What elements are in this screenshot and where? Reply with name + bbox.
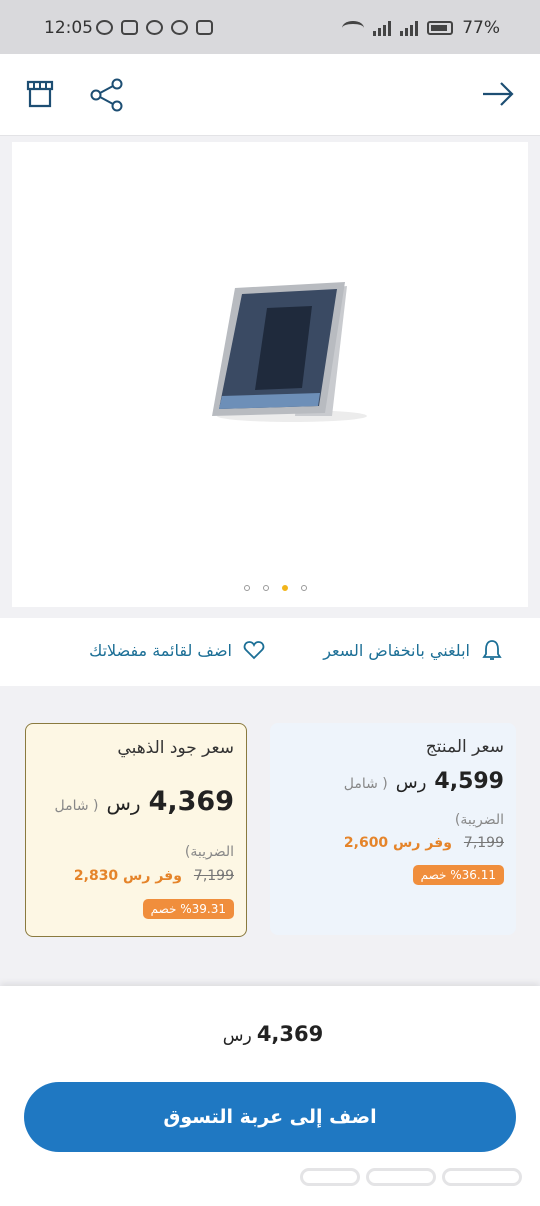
- product-price-title: سعر المنتج: [425, 737, 504, 757]
- broadcast-icon: [146, 20, 163, 35]
- signal-icon-2: [400, 20, 419, 36]
- tax-note-close: الضريبة): [454, 812, 504, 828]
- product-price-currency: رس: [395, 772, 427, 793]
- product-gallery[interactable]: [12, 142, 528, 607]
- product-price-row: 4,599 رس ( شامل: [344, 769, 504, 794]
- heart-icon: [243, 641, 265, 660]
- signal-icon: [373, 20, 392, 36]
- arrow-right-icon[interactable]: [481, 80, 515, 108]
- price-drop-label: ابلغني بانخفاض السعر: [323, 640, 470, 660]
- haraj-watermark-logo: [300, 1168, 540, 1192]
- battery-percent: 77%: [462, 18, 500, 38]
- notification-icons: [96, 20, 213, 35]
- wifi-icon: [342, 21, 365, 35]
- gold-price-title: سعر جود الذهبي: [117, 738, 234, 758]
- bottom-checkout-bar: 4,369 رس اضف إلى عربة التسوق: [0, 986, 540, 1206]
- old-price: 7,199: [193, 868, 234, 884]
- system-icons: 77%: [342, 18, 500, 38]
- chat-icon: [171, 20, 188, 35]
- save-amount: وفر رس 2,830: [73, 868, 182, 884]
- product-price-card: سعر المنتج 4,599 رس ( شامل الضريبة) 7,19…: [270, 723, 516, 935]
- total-price-currency: رس: [222, 1026, 252, 1046]
- surface-tablet-image: [212, 282, 367, 422]
- battery-icon: [427, 21, 454, 35]
- bell-icon: [482, 640, 502, 660]
- share-icon[interactable]: [90, 78, 124, 112]
- top-bar: [0, 54, 540, 136]
- gallery-dots: [244, 585, 307, 591]
- discount-badge: %36.11 خصم: [412, 865, 504, 885]
- favorites-label: اضف لقائمة مفضلاتك: [89, 640, 232, 660]
- total-price-value: 4,369: [256, 1022, 324, 1046]
- tax-note: ( شامل: [54, 798, 99, 814]
- gallery-dot[interactable]: [263, 585, 269, 591]
- gallery-dot[interactable]: [301, 585, 307, 591]
- tax-note: ( شامل: [343, 776, 388, 792]
- eye-icon: [96, 20, 113, 35]
- tax-note-close: الضريبة): [184, 844, 234, 860]
- add-to-favorites[interactable]: اضف لقائمة مفضلاتك: [89, 638, 266, 662]
- gallery-dot-active[interactable]: [282, 585, 288, 591]
- gold-price-currency: رس: [106, 791, 141, 815]
- product-save-row: 7,199 وفر رس 2,600: [344, 835, 504, 851]
- gallery-dot[interactable]: [244, 585, 250, 591]
- gold-save-row: 7,199 وفر رس 2,830: [74, 868, 234, 884]
- gold-price-value: 4,369: [148, 786, 234, 817]
- discount-badge: %39.31 خصم: [142, 899, 234, 919]
- gold-price-row: 4,369 رس ( شامل: [55, 786, 235, 817]
- status-bar: 12:05 77%: [0, 0, 540, 54]
- product-actions: ابلغني بانخفاض السعر اضف لقائمة مفضلاتك: [0, 618, 540, 686]
- old-price: 7,199: [463, 835, 504, 851]
- price-drop-alert[interactable]: ابلغني بانخفاض السعر: [323, 638, 504, 662]
- status-time: 12:05: [44, 18, 93, 38]
- store-icon[interactable]: [25, 79, 55, 109]
- message-icon: [196, 20, 213, 35]
- product-price-value: 4,599: [434, 769, 504, 794]
- add-to-cart-button[interactable]: اضف إلى عربة التسوق: [24, 1082, 516, 1152]
- gold-price-card: سعر جود الذهبي 4,369 رس ( شامل الضريبة) …: [25, 723, 247, 937]
- alarm-icon: [121, 20, 138, 35]
- save-amount: وفر رس 2,600: [343, 835, 452, 851]
- total-price: 4,369 رس: [0, 1022, 540, 1046]
